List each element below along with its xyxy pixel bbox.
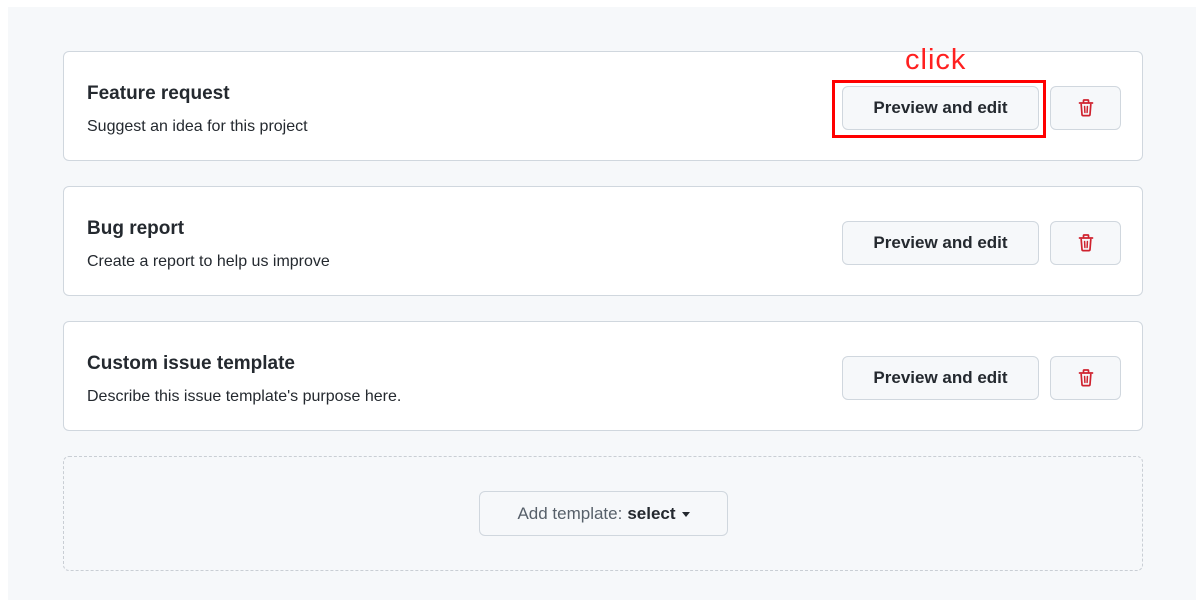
- template-description: Suggest an idea for this project: [87, 118, 308, 135]
- template-card-bug-report: Bug report Create a report to help us im…: [63, 186, 1143, 296]
- click-highlight-box: [832, 80, 1046, 138]
- trash-icon: [1078, 234, 1093, 252]
- template-description: Create a report to help us improve: [87, 253, 330, 270]
- trash-icon: [1078, 99, 1093, 117]
- template-title: Feature request: [87, 83, 230, 104]
- add-template-dropdown[interactable]: Add template: select: [479, 491, 728, 536]
- add-template-selected: select: [627, 503, 676, 523]
- template-title: Custom issue template: [87, 353, 295, 374]
- template-card-custom: Custom issue template Describe this issu…: [63, 321, 1143, 431]
- preview-and-edit-button[interactable]: Preview and edit: [842, 356, 1039, 400]
- trash-icon: [1078, 369, 1093, 387]
- template-title: Bug report: [87, 218, 185, 239]
- caret-down-icon: [681, 512, 690, 517]
- click-annotation-label: click: [905, 44, 967, 76]
- add-template-area: Add template: select: [63, 456, 1143, 571]
- template-description: Describe this issue template's purpose h…: [87, 388, 402, 405]
- delete-template-button[interactable]: [1050, 86, 1121, 130]
- delete-template-button[interactable]: [1050, 356, 1121, 400]
- add-template-label: Add template:: [517, 503, 623, 523]
- delete-template-button[interactable]: [1050, 221, 1121, 265]
- preview-and-edit-button[interactable]: Preview and edit: [842, 221, 1039, 265]
